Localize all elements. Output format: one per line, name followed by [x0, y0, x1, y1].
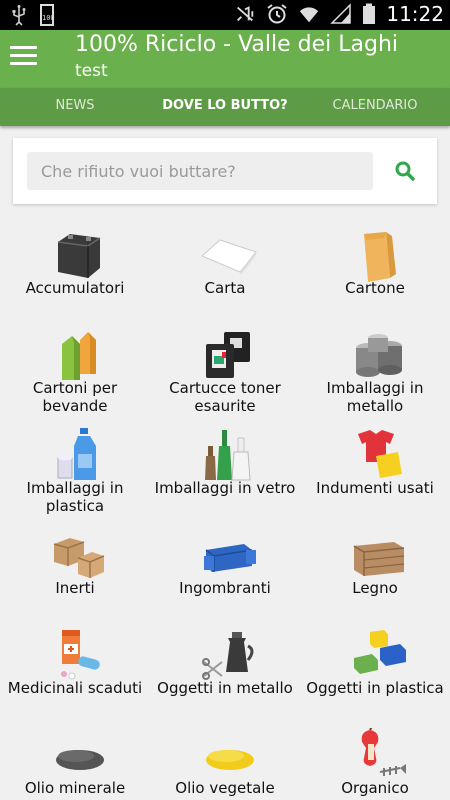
category-oggetti-in-plastica[interactable]: Oggetti in plastica [300, 622, 450, 722]
organic-waste-icon [361, 728, 406, 776]
battery-label: 100 [42, 14, 55, 22]
category-label: Olio vegetale [175, 779, 275, 797]
glass-bottles-icon [205, 430, 251, 481]
category-label: Cartone [345, 279, 405, 297]
status-bar: 100 11:22 [0, 0, 450, 30]
category-label: Accumulatori [25, 279, 125, 297]
category-olio-minerale[interactable]: Olio minerale [0, 722, 150, 800]
category-label: Oggetti in plastica [306, 679, 444, 697]
sofa-icon [204, 544, 256, 572]
category-imballaggi-in-plastica[interactable]: Imballaggi in plastica [0, 422, 150, 522]
category-label: Carta [204, 279, 246, 297]
category-cartoni-per-bevande[interactable]: Cartoni per bevande [0, 322, 150, 422]
category-ingombranti[interactable]: Ingombranti [150, 522, 300, 622]
app-bar: 100% Riciclo - Valle dei Laghi test [0, 30, 450, 88]
search-card [13, 138, 437, 204]
usb-icon [12, 5, 26, 26]
category-medicinali-scaduti[interactable]: Medicinali scaduti [0, 622, 150, 722]
wooden-crate-icon [353, 542, 405, 576]
category-label: Indumenti usati [316, 479, 434, 497]
app-title: 100% Riciclo - Valle dei Laghi [75, 32, 399, 57]
tab-calendario[interactable]: CALENDARIO [300, 88, 450, 126]
category-label: Olio minerale [24, 779, 126, 797]
drink-cartons-icon [62, 332, 96, 380]
cardboard-bag-icon [364, 232, 396, 282]
category-inerti[interactable]: Inerti [0, 522, 150, 622]
metal-objects-icon [202, 632, 254, 680]
category-accumulatori[interactable]: Accumulatori [0, 222, 150, 322]
plastic-blocks-icon [354, 630, 406, 674]
mute-icon [237, 6, 254, 22]
category-imballaggi-in-metallo[interactable]: Imballaggi in metallo [300, 322, 450, 422]
category-olio-vegetale[interactable]: Olio vegetale [150, 722, 300, 800]
category-label: Organico [341, 779, 409, 797]
category-cartone[interactable]: Cartone [300, 222, 450, 322]
category-oggetti-in-metallo[interactable]: Oggetti in metallo [150, 622, 300, 722]
category-label: Cartucce toner esaurite [169, 379, 281, 415]
category-cartucce-toner-esaurite[interactable]: Cartucce toner esaurite [150, 322, 300, 422]
app-subtitle: test [75, 61, 108, 81]
category-label: Imballaggi in metallo [326, 379, 424, 415]
mineral-oil-icon [56, 750, 104, 770]
category-imballaggi-in-vetro[interactable]: Imballaggi in vetro [150, 422, 300, 522]
category-label: Medicinali scaduti [7, 679, 143, 697]
paper-sheet-icon [201, 239, 257, 275]
category-label: Imballaggi in vetro [154, 479, 296, 497]
category-organico[interactable]: Organico [300, 722, 450, 800]
tab-dove-lo-butto[interactable]: DOVE LO BUTTO? [150, 88, 300, 126]
bricks-icon [53, 538, 105, 578]
menu-icon[interactable] [10, 42, 40, 72]
ink-cartridges-icon [206, 332, 250, 378]
category-label: Inerti [55, 579, 95, 597]
signal-icon [330, 3, 352, 24]
battery-icon [363, 3, 376, 24]
category-label: Oggetti in metallo [157, 679, 293, 697]
clock: 11:22 [386, 2, 444, 26]
category-label: Legno [352, 579, 398, 597]
search-icon[interactable] [393, 159, 417, 183]
category-carta[interactable]: Carta [150, 222, 300, 322]
wifi-icon [300, 7, 319, 23]
tab-bar: NEWS DOVE LO BUTTO? CALENDARIO [0, 88, 450, 126]
battery-100-icon: 100 [40, 4, 55, 26]
medicines-icon [61, 630, 100, 680]
metal-cans-icon [356, 334, 402, 377]
category-label: Cartoni per bevande [32, 379, 118, 415]
tab-news[interactable]: NEWS [0, 88, 150, 126]
category-legno[interactable]: Legno [300, 522, 450, 622]
used-clothes-icon [358, 430, 402, 478]
car-battery-icon [57, 234, 101, 278]
category-indumenti-usati[interactable]: Indumenti usati [300, 422, 450, 522]
category-label: Imballaggi in plastica [26, 479, 124, 515]
search-input[interactable] [27, 152, 373, 190]
vegetable-oil-icon [206, 750, 254, 770]
category-label: Ingombranti [179, 579, 271, 597]
plastic-bottles-icon [57, 428, 96, 480]
alarm-icon [267, 4, 287, 24]
